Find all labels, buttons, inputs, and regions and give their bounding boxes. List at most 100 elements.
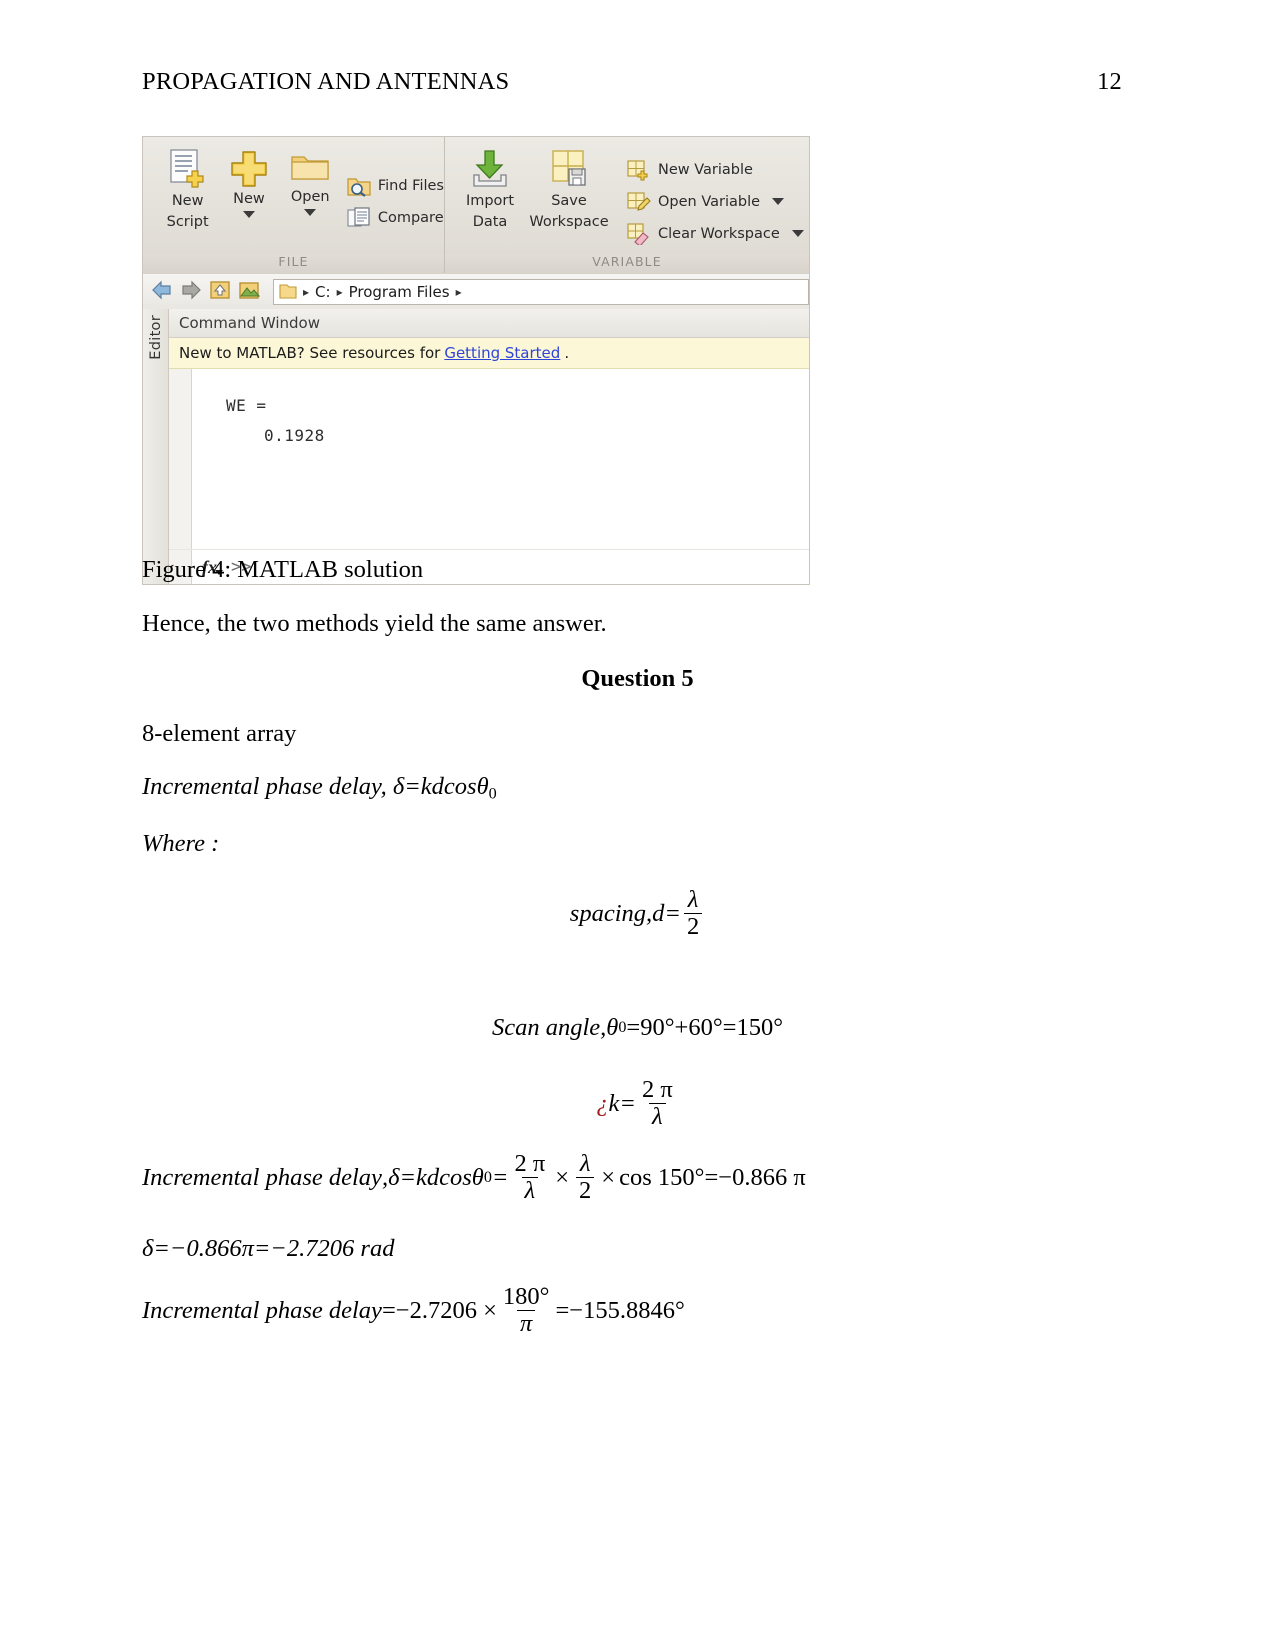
times-symbol: ×: [555, 1163, 570, 1191]
command-output-text: WE = 0.1928: [192, 369, 809, 549]
final-numerator: 180°: [502, 1283, 550, 1310]
question-heading: Question 5: [0, 664, 1275, 695]
spacing-label: spacing: [569, 899, 647, 927]
breadcrumb-program-files[interactable]: Program Files: [349, 283, 450, 301]
figure-caption: Figure 4: MATLAB solution: [142, 555, 423, 586]
final-denominator: π: [517, 1309, 536, 1337]
equation-k: ¿ k = 2 π λ: [0, 1077, 1275, 1130]
compare-button[interactable]: Compare: [347, 202, 444, 234]
new-script-label-1: New: [171, 193, 204, 209]
save-workspace-label-2: Workspace: [529, 213, 609, 230]
command-window-title: Command Window: [169, 309, 809, 338]
k-fraction: 2 π λ: [639, 1077, 676, 1129]
new-variable-icon: [627, 159, 651, 181]
import-data-button[interactable]: Import Data: [459, 149, 521, 254]
equation-scan-angle: Scan angle, θ0 =90°+60°=150°: [0, 1013, 1275, 1044]
editor-tab-label: Editor: [147, 315, 164, 360]
chevron-down-icon[interactable]: [772, 198, 785, 205]
up-folder-icon[interactable]: [209, 280, 231, 304]
save-workspace-label-1: Save: [551, 193, 587, 209]
equation-spacing: spacing ,d = λ 2: [0, 886, 1275, 940]
k-denominator: λ: [649, 1102, 666, 1130]
k-label: k: [608, 1089, 620, 1117]
delta-symbol: δ: [392, 773, 405, 800]
k-numerator: 2 π: [641, 1076, 673, 1103]
variable-group-label: VARIABLE: [445, 254, 809, 273]
delta-rad-text: δ=−0.866π=−2.7206 rad: [142, 1235, 395, 1262]
degrees-fraction: 180° π: [500, 1284, 553, 1336]
two-pi-over-lambda-fraction: 2 π λ: [511, 1151, 548, 1203]
new-script-icon: [168, 149, 208, 189]
open-variable-button[interactable]: Open Variable: [627, 186, 804, 218]
where-text: Where :: [142, 830, 220, 857]
clear-workspace-button[interactable]: Clear Workspace: [627, 218, 804, 250]
getting-started-banner: New to MATLAB? See resources for Getting…: [169, 338, 809, 369]
path-field[interactable]: ▸ C: ▸ Program Files ▸: [273, 278, 809, 305]
half-denominator: 2: [576, 1176, 595, 1204]
browse-folder-icon[interactable]: [238, 280, 261, 304]
address-bar: ▸ C: ▸ Program Files ▸: [142, 273, 810, 309]
output-value: 0.1928: [264, 426, 325, 446]
open-variable-icon: [627, 191, 651, 213]
equation-final: Incremental phase delay =−2.7206 × 180° …: [142, 1284, 685, 1337]
clear-workspace-label: Clear Workspace: [658, 225, 780, 242]
new-variable-button[interactable]: New Variable: [627, 154, 804, 186]
new-label: New: [233, 191, 265, 207]
spacing-numerator: λ: [687, 886, 699, 913]
page-header: PROPAGATION AND ANTENNAS 12: [142, 68, 1122, 96]
save-workspace-button[interactable]: Save Workspace: [521, 149, 617, 254]
matlab-toolbar: New Script New Open Find Files Compare F…: [142, 136, 810, 273]
import-data-icon: [468, 149, 512, 189]
banner-period: .: [564, 344, 570, 362]
toolbar-group-file: New Script New Open Find Files Compare F…: [143, 137, 445, 273]
incremental-label: Incremental phase delay: [142, 1163, 382, 1191]
compare-icon: [347, 206, 371, 229]
breadcrumb-drive[interactable]: C:: [315, 283, 331, 301]
folder-icon: [279, 284, 297, 299]
plus-icon: [229, 149, 269, 187]
matlab-screenshot-figure: New Script New Open Find Files Compare F…: [142, 136, 810, 585]
toolbar-group-variable: Import Data Save Workspace New Variable …: [445, 137, 809, 273]
forward-arrow-icon[interactable]: [180, 280, 202, 304]
theta-symbol: θ: [471, 1163, 484, 1191]
lambda-denominator: λ: [521, 1176, 539, 1204]
new-script-button[interactable]: New Script: [157, 149, 218, 254]
chevron-down-icon[interactable]: [242, 210, 255, 218]
times-symbol: ×: [601, 1163, 616, 1191]
final-result: =−155.8846°: [555, 1296, 685, 1324]
command-output-area[interactable]: WE = 0.1928: [169, 369, 809, 549]
equation-delta-rad: δ=−0.866π=−2.7206 rad: [142, 1234, 394, 1265]
spacing-denominator: 2: [683, 912, 703, 940]
equation-incremental-full: Incremental phase delay, δ = kdcos θ 0 = 2 π …: [142, 1150, 806, 1204]
import-data-label-1: Import: [465, 193, 515, 209]
open-button[interactable]: Open: [280, 149, 341, 254]
half-numerator: λ: [579, 1150, 591, 1177]
page-number: 12: [1097, 68, 1122, 95]
find-files-button[interactable]: Find Files: [347, 170, 444, 202]
editor-side-tab[interactable]: Editor: [143, 309, 169, 584]
spacing-fraction: λ 2: [683, 886, 703, 940]
compare-label: Compare: [377, 209, 444, 226]
folder-icon: [289, 149, 331, 185]
two-pi-numerator: 2 π: [514, 1150, 546, 1177]
variable-small-buttons: New Variable Open Variable Clear Workspa…: [627, 149, 804, 254]
open-variable-label: Open Variable: [658, 193, 761, 210]
hence-text: Hence, the two methods yield the same an…: [142, 610, 607, 637]
back-arrow-icon[interactable]: [151, 280, 173, 304]
array-paragraph: 8-element array: [142, 719, 296, 750]
path-separator: ▸: [455, 284, 462, 299]
path-separator: ▸: [336, 284, 343, 299]
file-group-label: FILE: [143, 254, 444, 273]
chevron-down-icon[interactable]: [791, 230, 804, 237]
file-small-buttons: Find Files Compare: [347, 149, 444, 254]
new-script-label-2: Script: [166, 213, 209, 230]
theta-symbol: θ: [476, 773, 489, 800]
figure-caption-text: Figure 4: MATLAB solution: [142, 556, 424, 583]
incremental-label: Incremental phase delay: [142, 773, 381, 800]
new-button[interactable]: New: [218, 149, 279, 254]
equation-result: =−0.866 π: [704, 1163, 806, 1191]
chevron-down-icon[interactable]: [304, 208, 317, 216]
page-title: PROPAGATION AND ANTENNAS: [142, 68, 510, 95]
getting-started-link[interactable]: Getting Started: [444, 344, 560, 362]
import-data-label-2: Data: [472, 213, 508, 230]
